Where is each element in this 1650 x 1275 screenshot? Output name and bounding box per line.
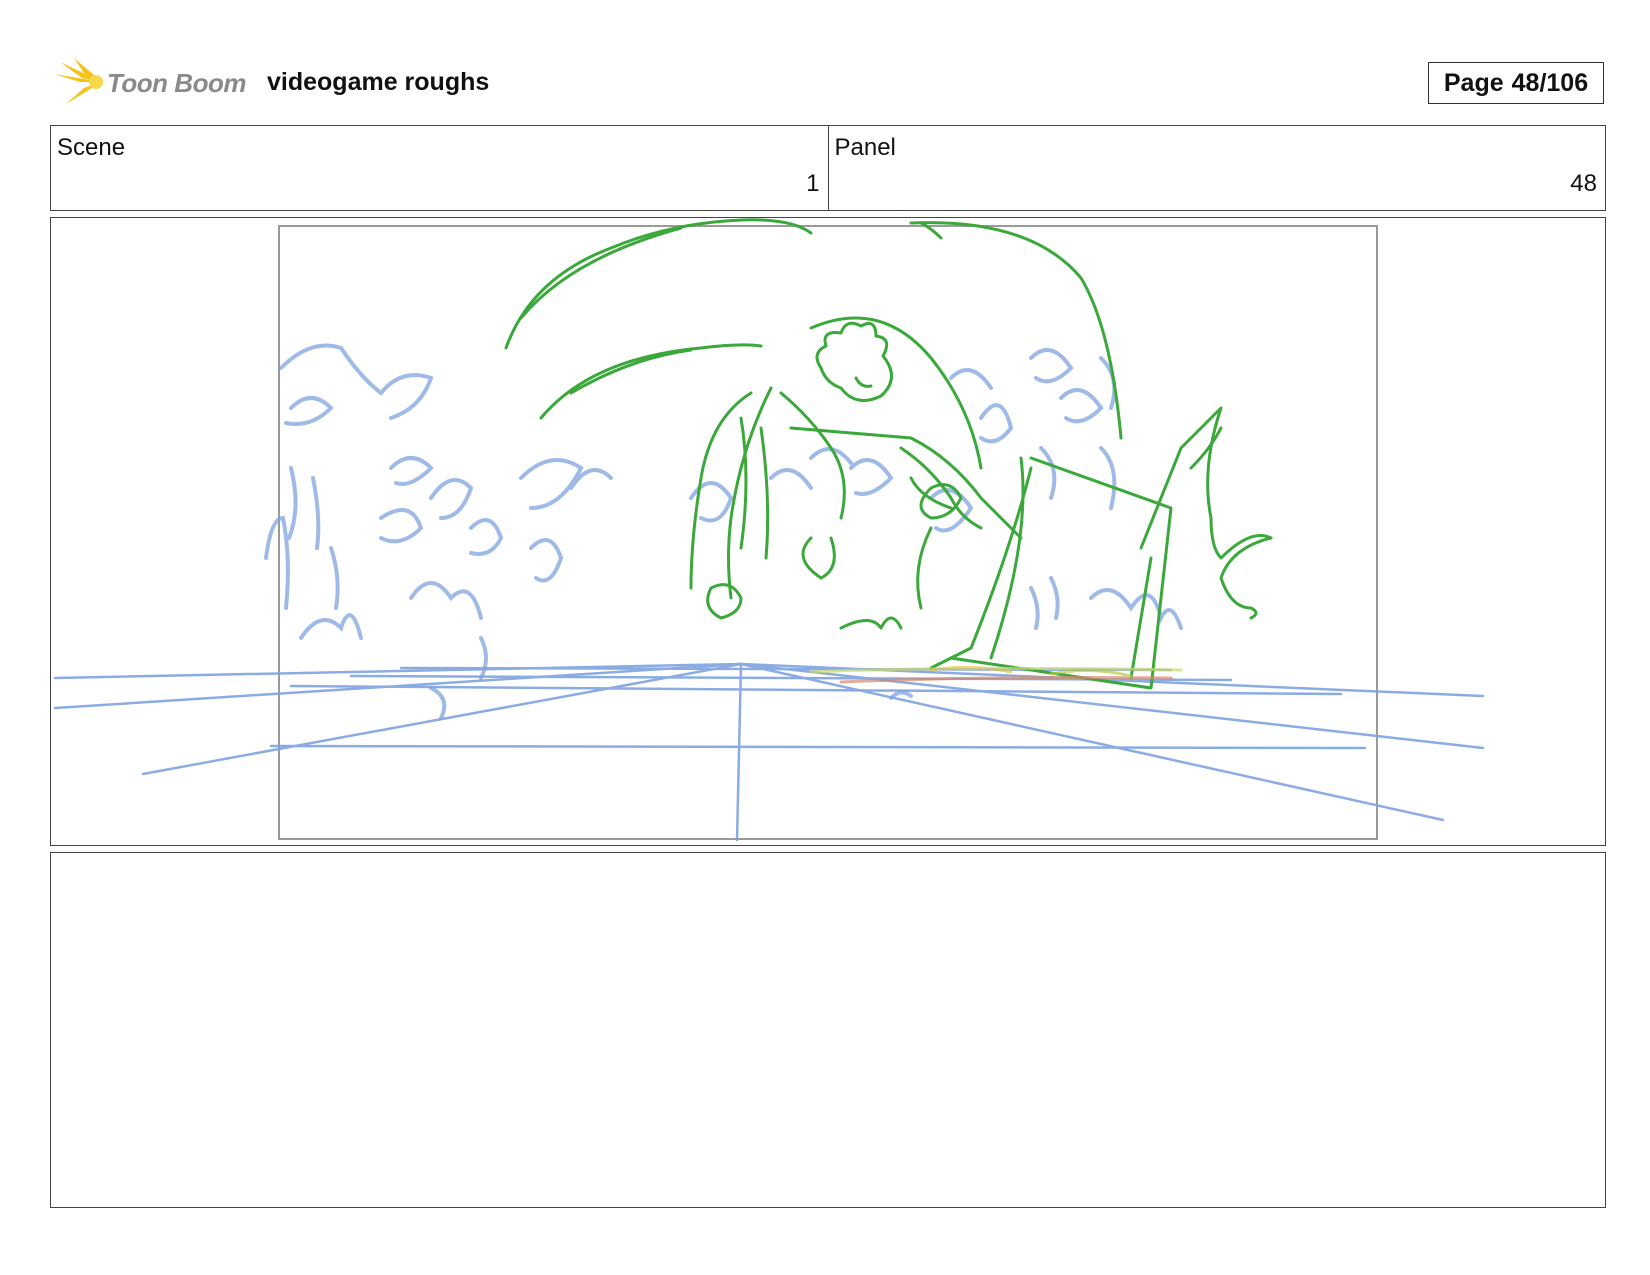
panel-notes-area <box>50 852 1606 1208</box>
panel-cell: Panel 48 <box>827 126 1606 210</box>
starburst-icon <box>54 58 103 104</box>
brand-name: Toon Boom <box>107 68 246 98</box>
character-sketch <box>504 218 1273 690</box>
perspective-lines <box>53 662 1485 842</box>
page-label: Page <box>1443 69 1504 97</box>
scene-label: Scene <box>57 134 126 161</box>
background-foliage <box>264 343 1183 720</box>
sketch-image <box>53 218 1485 842</box>
panel-label: Panel <box>834 134 896 161</box>
scene-value: 1 <box>806 170 820 197</box>
project-title: videogame roughs <box>267 68 490 96</box>
toon-boom-logo: Toon Boom <box>52 56 252 108</box>
panel-value: 48 <box>1570 170 1597 197</box>
scene-panel-info: Scene 1 Panel 48 <box>50 125 1606 211</box>
page-indicator: Page 48/106 <box>1428 62 1604 104</box>
page-header: Toon Boom videogame roughs Page 48/106 <box>52 54 1608 114</box>
storyboard-panel <box>50 217 1606 846</box>
scene-cell: Scene 1 <box>51 126 828 210</box>
page-number: 48/106 <box>1511 69 1589 97</box>
